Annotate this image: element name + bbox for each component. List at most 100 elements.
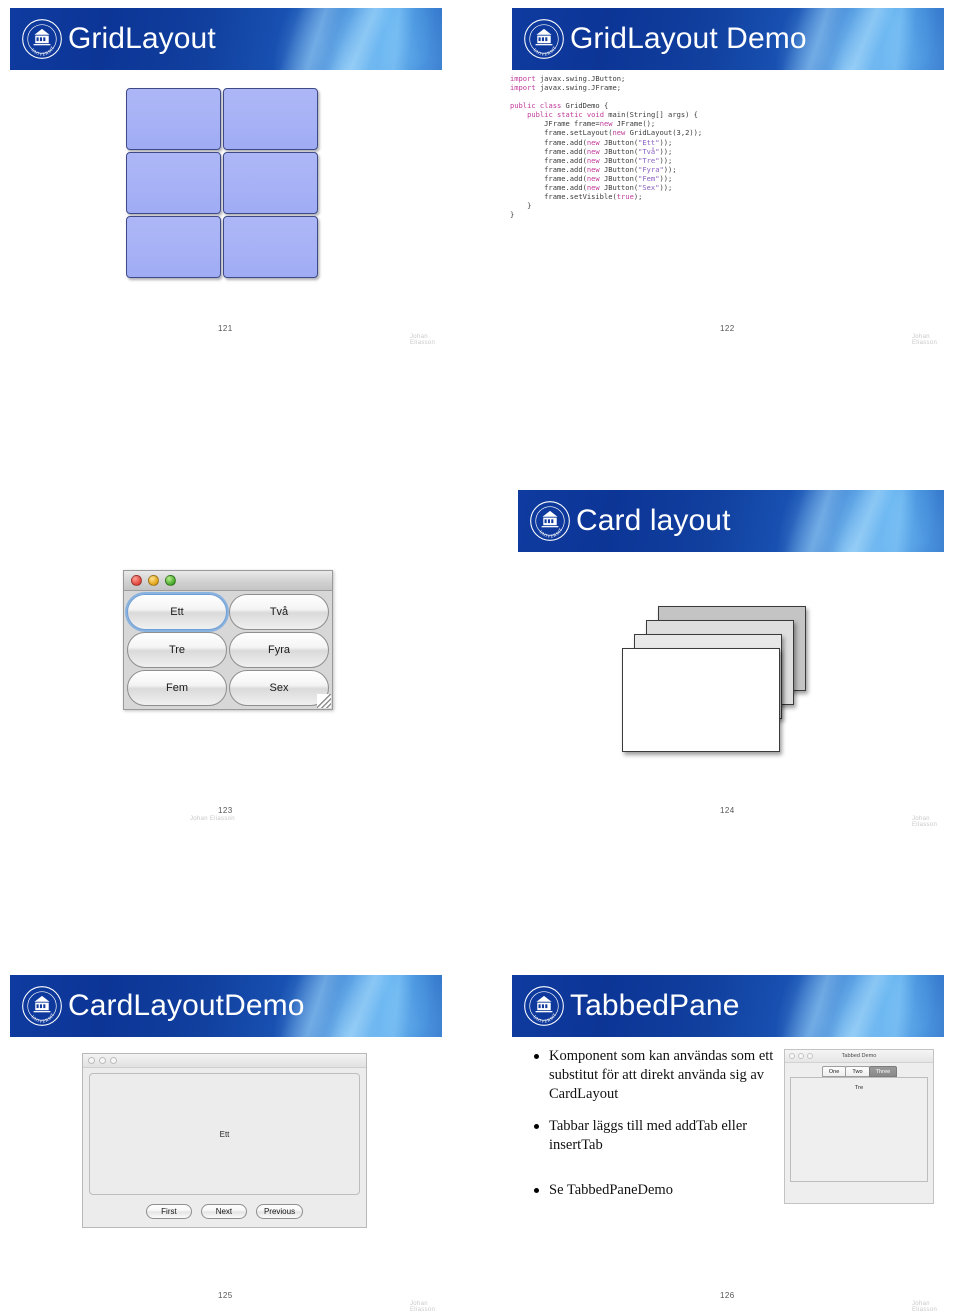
code-token: import	[510, 83, 536, 93]
code-token: main(String[] args) {	[604, 110, 698, 120]
code-token: new	[586, 146, 600, 156]
umea-university-seal-icon: UMEÅ UNIVERSITET	[523, 18, 565, 60]
slide-number: 122	[720, 324, 735, 333]
bullet-item: Komponent som kan användas som ett subst…	[534, 1047, 794, 1104]
slide-number: 123	[218, 806, 233, 815]
gridlayout-cell	[223, 152, 318, 214]
code-token: class	[539, 101, 562, 111]
card-label: Ett	[219, 1129, 230, 1139]
button-fem[interactable]: Fem	[127, 670, 227, 706]
slide-title: Card layout	[576, 504, 731, 537]
code-token: new	[586, 137, 600, 147]
gridlayout-cell	[126, 216, 221, 278]
card-panel: Ett	[89, 1073, 360, 1195]
code-token: }	[510, 210, 515, 220]
bullet-text: Tabbar läggs till med addTab eller inser…	[549, 1118, 748, 1153]
slide-gridlayout: UMEÅ UNIVERSITET GridLayout 121 Johan El…	[10, 8, 442, 346]
slide-number: 125	[218, 1291, 233, 1300]
minimize-button-icon[interactable]	[148, 575, 159, 586]
code-line: public static void main(String[] args) {	[510, 110, 702, 119]
code-token: new	[586, 164, 600, 174]
code-token: public	[527, 110, 553, 120]
bullet-dot-icon	[534, 1054, 539, 1059]
code-token: GridLayout(3,2));	[625, 128, 703, 138]
button-tre[interactable]: Tre	[127, 632, 227, 668]
gridlayout-cell	[126, 88, 221, 150]
code-token: new	[586, 183, 600, 193]
grid-demo-window: Ett Två Tre Fyra Fem Sex	[123, 570, 333, 710]
code-token: GridDemo {	[561, 101, 609, 111]
slide-tabbedpane: UMEÅ UNIVERSITET TabbedPane Komponent so…	[512, 975, 944, 1313]
java-code-block: import javax.swing.JButton; import javax.…	[510, 74, 702, 219]
code-token: "Tre"	[638, 155, 660, 165]
slide-title: TabbedPane	[570, 989, 740, 1022]
code-token: frame.add(	[510, 183, 587, 193]
code-token: ));	[659, 173, 673, 183]
code-line: }	[510, 201, 702, 210]
code-token: JButton(	[599, 137, 639, 147]
code-token: void	[586, 110, 604, 120]
close-button-icon[interactable]	[88, 1057, 95, 1064]
code-token: new	[612, 128, 626, 138]
button-tva[interactable]: Två	[229, 594, 329, 630]
code-token: "Ett"	[638, 137, 660, 147]
code-line: import javax.swing.JFrame;	[510, 83, 702, 92]
code-line: import javax.swing.JButton;	[510, 74, 702, 83]
zoom-button-icon[interactable]	[110, 1057, 117, 1064]
button-sex[interactable]: Sex	[229, 670, 329, 706]
window-titlebar[interactable]: Tabbed Demo	[785, 1050, 933, 1063]
previous-button[interactable]: Previous	[255, 1204, 304, 1219]
umea-university-seal-icon: UMEÅ UNIVERSITET	[21, 18, 63, 60]
code-line: frame.add(new JButton("Fyra"));	[510, 165, 702, 174]
code-token: new	[599, 119, 613, 129]
code-token: JFrame();	[612, 119, 656, 129]
bullet-list: Komponent som kan användas som ett subst…	[534, 1047, 794, 1213]
zoom-button-icon[interactable]	[165, 575, 176, 586]
code-token: frame.add(	[510, 146, 587, 156]
button-fyra[interactable]: Fyra	[229, 632, 329, 668]
code-line: frame.setLayout(new GridLayout(3,2));	[510, 128, 702, 137]
code-token: "Fem"	[638, 173, 660, 183]
resize-grip-handle[interactable]	[317, 694, 331, 708]
window-titlebar[interactable]	[124, 571, 332, 591]
code-line: JFrame frame=new JFrame();	[510, 119, 702, 128]
code-token: frame.add(	[510, 155, 587, 165]
first-button[interactable]: First	[145, 1204, 192, 1219]
next-button[interactable]: Next	[200, 1204, 247, 1219]
code-token: ));	[663, 164, 677, 174]
code-token: JButton(	[599, 155, 639, 165]
button-ett[interactable]: Ett	[127, 594, 227, 630]
code-token: JFrame frame=	[510, 119, 600, 129]
code-token: public	[510, 101, 536, 111]
code-token: frame.add(	[510, 164, 587, 174]
code-token: JButton(	[599, 173, 639, 183]
code-line: frame.add(new JButton("Ett"));	[510, 138, 702, 147]
gridlayout-cell-grid	[126, 88, 318, 278]
bullet-dot-icon	[534, 1124, 539, 1129]
window-titlebar[interactable]	[83, 1054, 366, 1068]
code-line: }	[510, 210, 702, 219]
close-button-icon[interactable]	[131, 575, 142, 586]
minimize-button-icon[interactable]	[99, 1057, 106, 1064]
code-token: new	[586, 173, 600, 183]
slide-banner: UMEÅ UNIVERSITET TabbedPane	[512, 975, 944, 1037]
slide-banner: UMEÅ UNIVERSITET Card layout	[518, 490, 944, 552]
gridlayout-cell	[223, 216, 318, 278]
tab-one[interactable]: One	[821, 1066, 847, 1077]
slide-number: 126	[720, 1291, 735, 1300]
code-token: frame.add(	[510, 137, 587, 147]
code-line: frame.add(new JButton("Fem"));	[510, 174, 702, 183]
code-token: ));	[659, 146, 673, 156]
code-token: );	[633, 192, 643, 202]
code-token: import	[510, 74, 536, 83]
tab-strip: One Two Three	[785, 1066, 933, 1077]
tab-content-panel: Tre	[790, 1077, 928, 1182]
slide-author-footer: Johan Eliasson	[912, 1301, 938, 1313]
card-layer-front	[622, 648, 780, 752]
slide-author-footer: Johan Eliasson	[912, 816, 938, 828]
code-token: ));	[659, 155, 673, 165]
code-line: frame.add(new JButton("Tre"));	[510, 156, 702, 165]
tab-two[interactable]: Two	[845, 1066, 870, 1077]
tab-three[interactable]: Three	[868, 1066, 898, 1077]
slide-author-footer: Johan Eliasson	[410, 334, 436, 346]
